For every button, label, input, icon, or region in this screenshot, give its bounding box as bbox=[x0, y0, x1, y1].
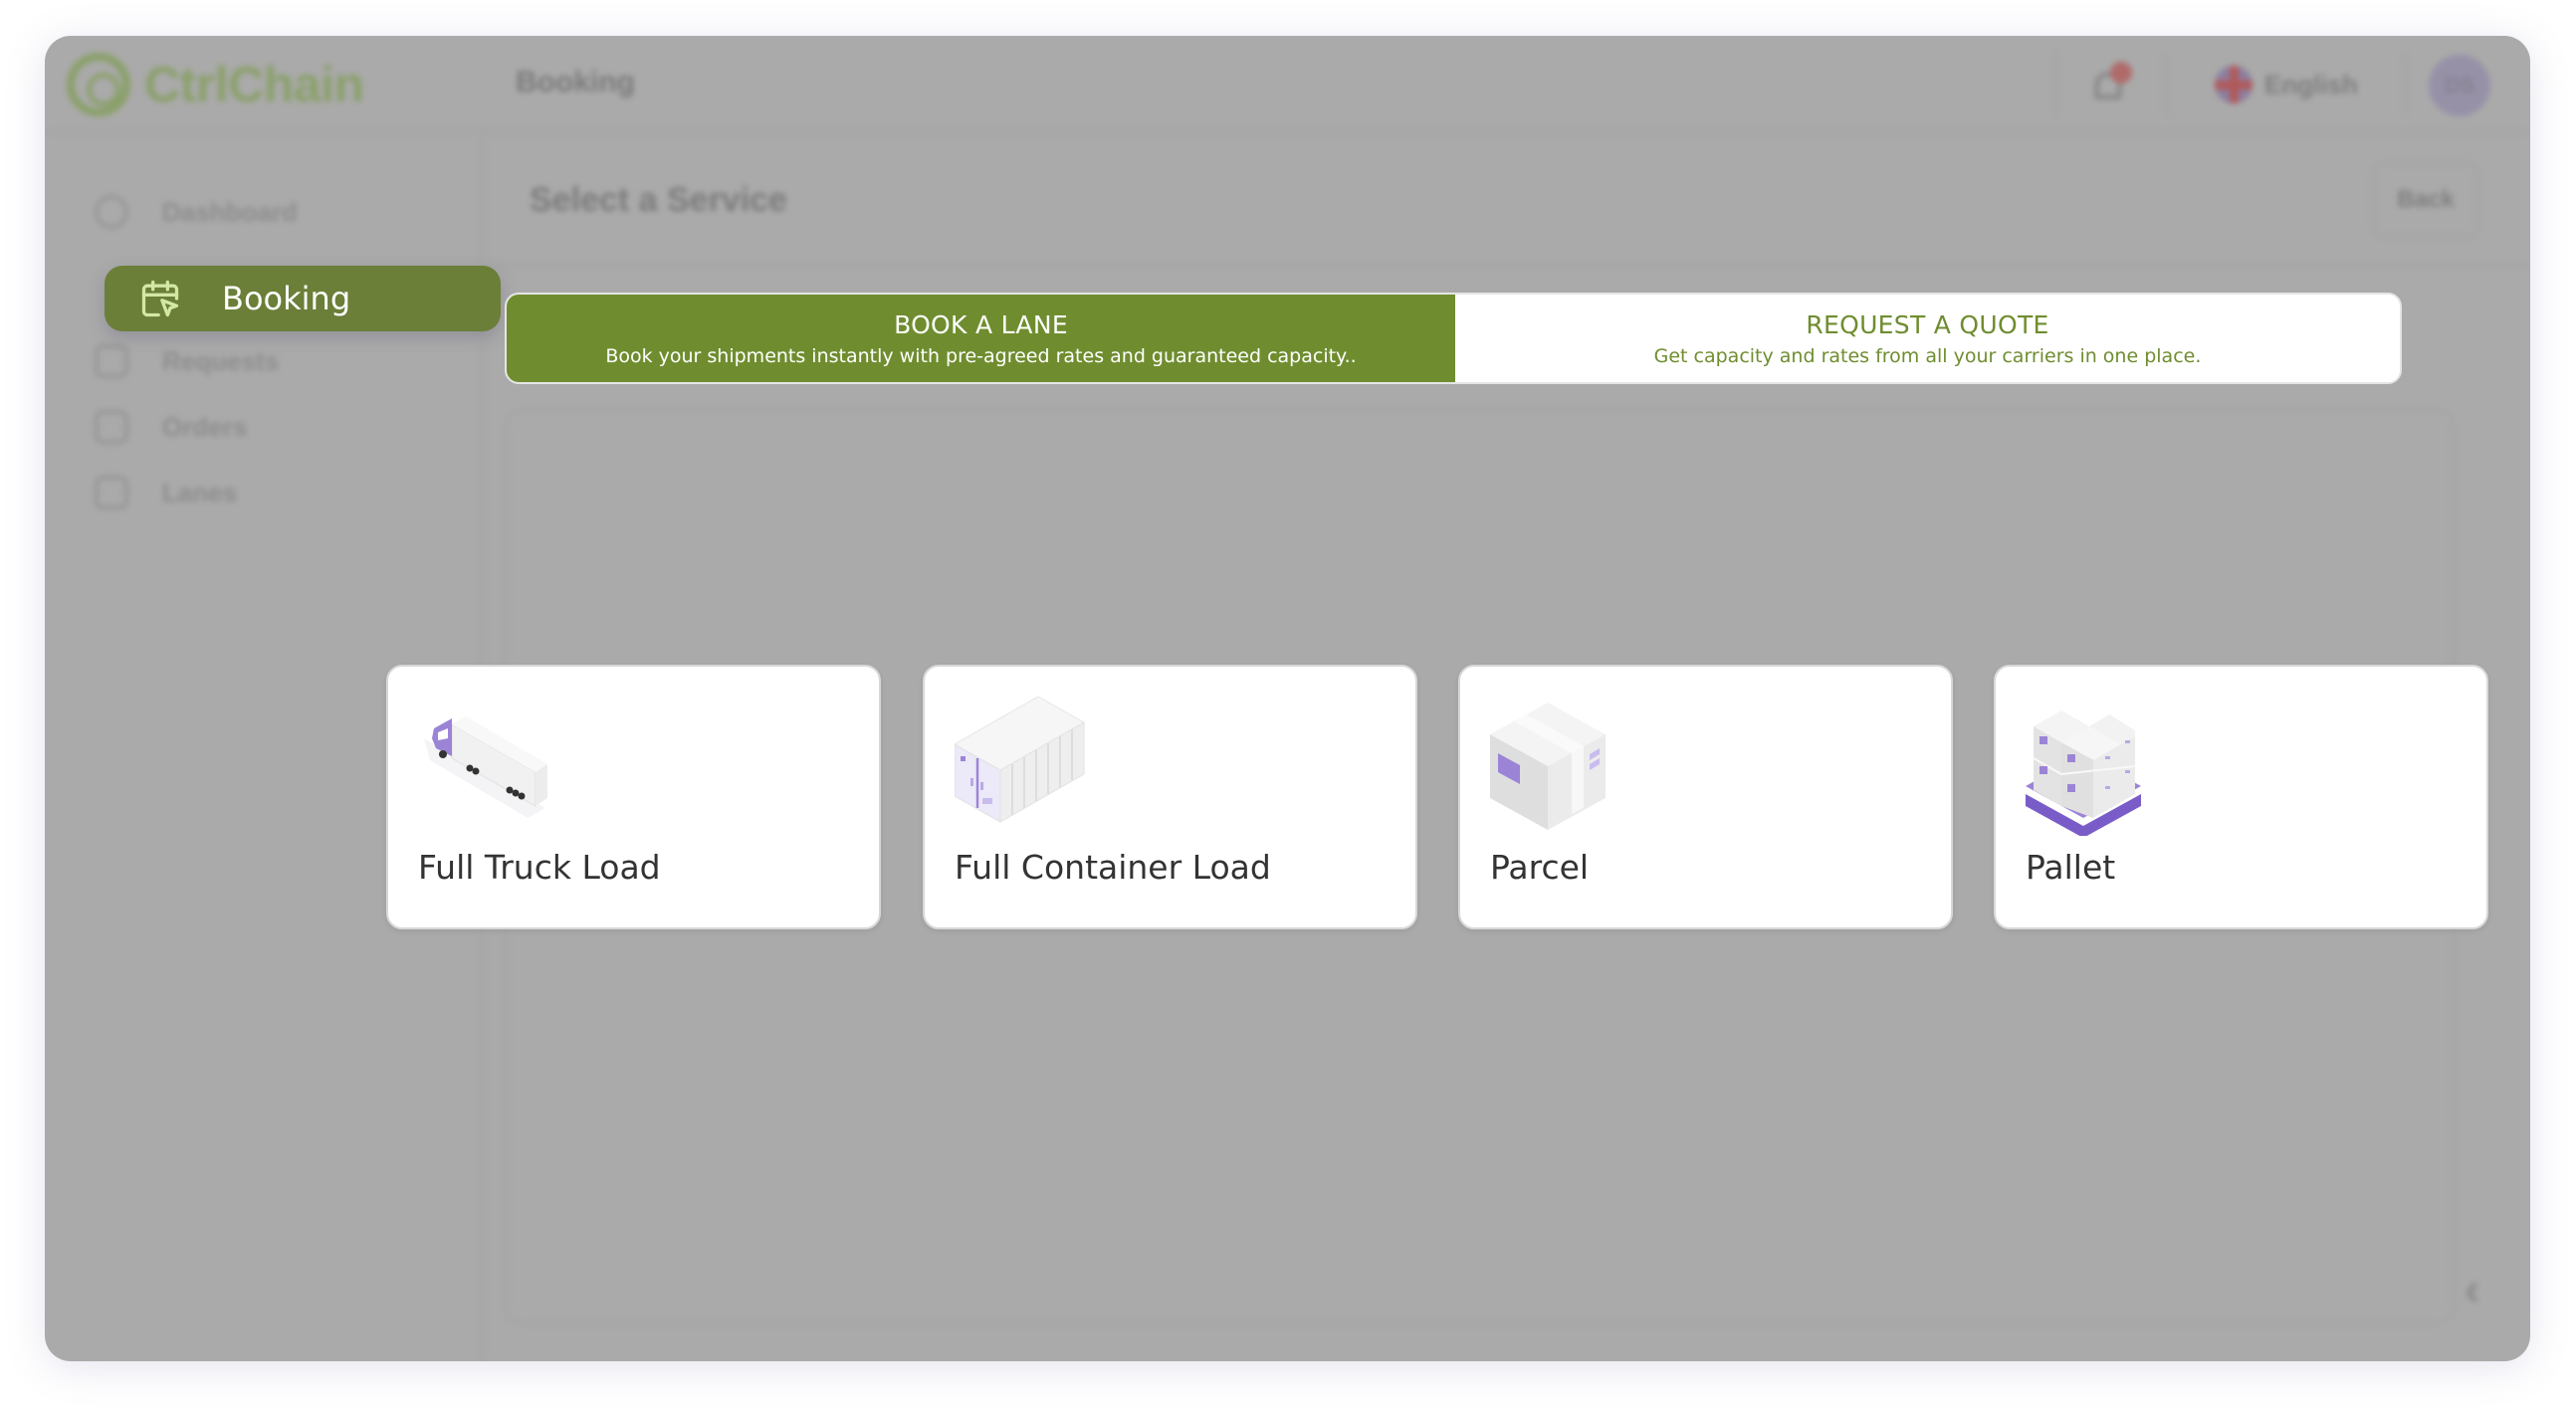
service-card-full-container-load[interactable]: Full Container Load bbox=[923, 665, 1417, 929]
header-divider bbox=[2055, 52, 2057, 117]
tab-title: BOOK A LANE bbox=[894, 309, 1068, 339]
calendar-booking-icon bbox=[141, 280, 179, 317]
pallet-icon bbox=[2026, 710, 2141, 836]
section-divider bbox=[485, 265, 2530, 267]
brand-logo[interactable]: CtrlChain bbox=[67, 53, 364, 116]
language-label: English bbox=[2264, 69, 2358, 100]
sidebar-item-dashboard[interactable]: Dashboard bbox=[95, 195, 298, 229]
notification-badge bbox=[2110, 62, 2132, 84]
sidebar-item-label: Requests bbox=[162, 345, 280, 376]
back-button[interactable]: Back bbox=[2372, 162, 2479, 238]
tab-subtitle: Get capacity and rates from all your car… bbox=[1653, 344, 2202, 367]
tab-request-a-quote[interactable]: REQUEST A QUOTE Get capacity and rates f… bbox=[1455, 295, 2400, 382]
tab-subtitle: Book your shipments instantly with pre-a… bbox=[605, 344, 1357, 367]
user-avatar[interactable]: DS bbox=[2429, 55, 2490, 116]
header-divider bbox=[2165, 52, 2167, 117]
notification-button[interactable] bbox=[2090, 62, 2132, 105]
sidebar-item-requests[interactable]: Requests bbox=[95, 344, 279, 378]
lanes-icon bbox=[95, 476, 128, 509]
service-card-parcel[interactable]: Parcel bbox=[1458, 665, 1953, 929]
section-title: Select a Service bbox=[530, 181, 787, 219]
container-icon bbox=[955, 697, 1086, 823]
uk-flag-icon bbox=[2215, 66, 2253, 103]
service-label: Pallet bbox=[2026, 848, 2116, 887]
brand-name: CtrlChain bbox=[144, 57, 364, 112]
tab-book-a-lane[interactable]: BOOK A LANE Book your shipments instantl… bbox=[507, 295, 1455, 382]
chevron-left-icon[interactable]: ‹ bbox=[2465, 1262, 2479, 1315]
sidebar-item-label: Booking bbox=[222, 280, 351, 317]
sidebar-item-label: Dashboard bbox=[162, 196, 298, 227]
service-card-full-truck-load[interactable]: Full Truck Load bbox=[386, 665, 881, 929]
orders-icon bbox=[95, 410, 128, 444]
sidebar-item-booking[interactable]: Booking bbox=[105, 266, 501, 331]
service-card-pallet[interactable]: Pallet bbox=[1994, 665, 2488, 929]
dashboard-icon bbox=[95, 195, 128, 229]
service-label: Parcel bbox=[1490, 848, 1590, 887]
requests-icon bbox=[95, 344, 128, 378]
sidebar-item-lanes[interactable]: Lanes bbox=[95, 476, 237, 509]
avatar-initials: DS bbox=[2444, 73, 2475, 98]
service-mode-tabs: BOOK A LANE Book your shipments instantl… bbox=[505, 293, 2402, 384]
top-bar: CtrlChain Booking English DS bbox=[45, 36, 2530, 133]
tab-title: REQUEST A QUOTE bbox=[1806, 309, 2049, 339]
header-divider bbox=[2404, 52, 2406, 117]
service-label: Full Truck Load bbox=[418, 848, 661, 887]
sidebar-item-orders[interactable]: Orders bbox=[95, 410, 247, 444]
logo-icon bbox=[67, 53, 130, 116]
sidebar-item-label: Lanes bbox=[162, 477, 238, 507]
parcel-box-icon bbox=[1490, 703, 1606, 830]
back-label: Back bbox=[2397, 186, 2455, 213]
language-selector[interactable]: English bbox=[2215, 66, 2358, 103]
truck-icon bbox=[424, 716, 547, 818]
page-title: Booking bbox=[516, 66, 635, 99]
service-label: Full Container Load bbox=[955, 848, 1271, 887]
sidebar-item-label: Orders bbox=[162, 411, 248, 442]
